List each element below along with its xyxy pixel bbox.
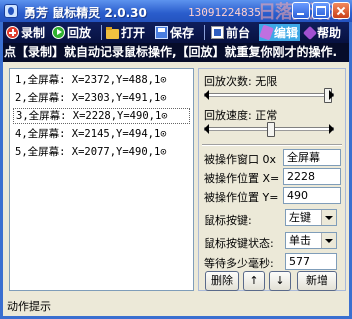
- list-item[interactable]: 1,全屏幕: X=2372,Y=488,1⊙: [13, 72, 190, 88]
- arrow-left-icon[interactable]: [204, 90, 209, 100]
- list-item-selected[interactable]: 3,全屏幕: X=2228,Y=490,1⊙: [13, 108, 190, 124]
- move-up-button[interactable]: ↑: [243, 271, 265, 291]
- maximize-button[interactable]: [312, 2, 330, 19]
- edit-icon: [259, 24, 274, 41]
- edit-label: 编辑: [274, 26, 299, 40]
- list-item[interactable]: 2,全屏幕: X=2303,Y=491,1⊙: [13, 90, 190, 106]
- settings-panel: 回放次数: 无限 回放速度: 正常 被操作窗口 0x 全屏幕 被操作位置 X= …: [198, 68, 346, 291]
- open-button[interactable]: 打开: [106, 24, 145, 41]
- open-icon: [106, 26, 119, 39]
- title-phone: 13091224835: [188, 6, 261, 19]
- mouse-state-label: 鼠标按键状态:: [204, 237, 274, 250]
- minimize-button[interactable]: [292, 2, 310, 19]
- record-button[interactable]: 录制: [6, 24, 45, 41]
- save-label: 保存: [170, 26, 195, 40]
- open-label: 打开: [121, 26, 146, 40]
- wait-field[interactable]: 577: [285, 253, 337, 270]
- mouse-state-value: 单击: [289, 234, 311, 247]
- app-icon[interactable]: [4, 4, 18, 18]
- toolbar: 录制 回放 打开 保存 前台 编辑 帮助: [3, 22, 349, 43]
- title-bar[interactable]: 勇芳 鼠标精灵 2.0.30 13091224835 日落资源网: [0, 0, 352, 23]
- x-label: 被操作位置 X=: [204, 172, 280, 185]
- save-icon: [155, 26, 168, 39]
- arrow-right-icon[interactable]: [329, 90, 334, 100]
- play-label: 回放: [67, 26, 92, 40]
- status-bar: 动作提示: [3, 297, 349, 316]
- record-icon: [6, 26, 19, 39]
- main-window: 勇芳 鼠标精灵 2.0.30 13091224835 日落资源网 录制 回放 打…: [0, 0, 352, 319]
- playback-count-slider[interactable]: [204, 88, 334, 103]
- playback-speed-label: 回放速度: 正常: [204, 109, 278, 122]
- toolbar-divider: [204, 25, 205, 40]
- y-label: 被操作位置 Y=: [204, 191, 279, 204]
- mouse-button-value: 左键: [289, 211, 311, 224]
- record-label: 录制: [21, 26, 46, 40]
- list-item[interactable]: 4,全屏幕: X=2145,Y=494,1⊙: [13, 126, 190, 142]
- save-button[interactable]: 保存: [155, 24, 194, 41]
- foreground-button[interactable]: 前台: [211, 24, 250, 41]
- arrow-left-icon[interactable]: [204, 124, 209, 134]
- window-title: 勇芳 鼠标精灵 2.0.30: [24, 6, 147, 20]
- status-text: 动作提示: [7, 300, 51, 313]
- window-label: 被操作窗口 0x: [204, 153, 277, 166]
- add-button[interactable]: 新增: [297, 271, 337, 291]
- list-item[interactable]: 5,全屏幕: X=2077,Y=490,1⊙: [13, 144, 190, 160]
- hint-banner: 点【录制】就自动记录鼠标操作,【回放】就重复你刚才的操作.: [3, 43, 349, 62]
- wait-label: 等待多少毫秒:: [204, 257, 274, 270]
- help-icon: [302, 25, 318, 40]
- hint-text: 点【录制】就自动记录鼠标操作,【回放】就重复你刚才的操作.: [4, 45, 338, 59]
- help-button[interactable]: 帮助: [302, 24, 342, 41]
- arrow-right-icon[interactable]: [329, 124, 334, 134]
- mouse-button-label: 鼠标按键:: [204, 214, 252, 227]
- play-button[interactable]: 回放: [52, 24, 91, 41]
- edit-button[interactable]: 编辑: [259, 24, 301, 41]
- top-icon: [211, 26, 224, 39]
- y-field[interactable]: 490: [283, 187, 341, 204]
- window-field[interactable]: 全屏幕: [283, 149, 341, 166]
- foreground-label: 前台: [226, 26, 251, 40]
- chevron-down-icon[interactable]: [321, 233, 336, 248]
- play-icon: [52, 26, 65, 39]
- toolbar-divider: [101, 25, 102, 40]
- playback-speed-slider[interactable]: [204, 122, 334, 137]
- mouse-state-select[interactable]: 单击: [285, 232, 337, 249]
- mouse-button-select[interactable]: 左键: [285, 209, 337, 226]
- divider: [202, 144, 342, 146]
- close-button[interactable]: [332, 2, 350, 19]
- action-list[interactable]: 1,全屏幕: X=2372,Y=488,1⊙ 2,全屏幕: X=2303,Y=4…: [9, 68, 194, 291]
- delete-button[interactable]: 删除: [205, 271, 239, 291]
- chevron-down-icon[interactable]: [321, 210, 336, 225]
- move-down-button[interactable]: ↓: [269, 271, 291, 291]
- help-label: 帮助: [317, 26, 342, 40]
- slider-thumb[interactable]: [267, 122, 275, 137]
- x-field[interactable]: 2228: [283, 168, 341, 185]
- playback-count-label: 回放次数: 无限: [204, 75, 278, 88]
